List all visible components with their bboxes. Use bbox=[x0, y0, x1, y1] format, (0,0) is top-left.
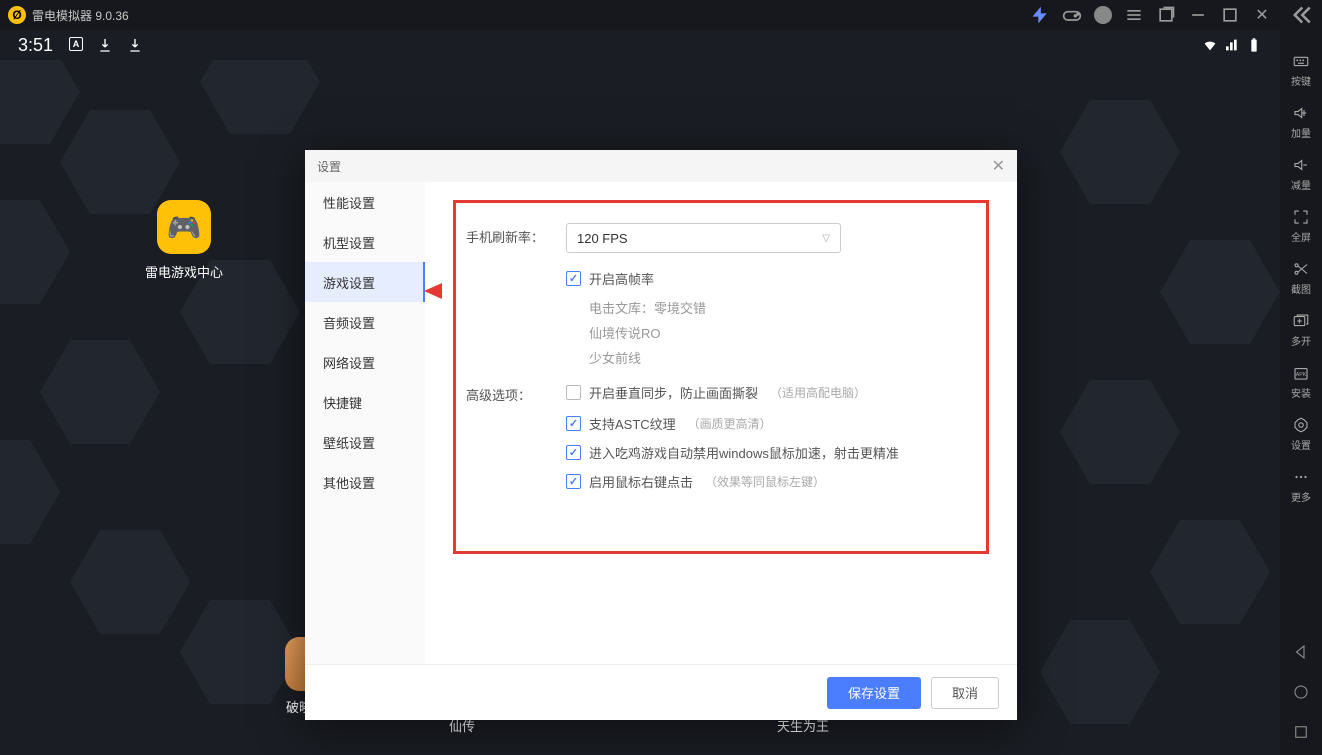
sidebar-multi[interactable]: 多开 bbox=[1291, 312, 1311, 348]
svg-text:APK: APK bbox=[1296, 372, 1307, 378]
scissors-icon bbox=[1292, 260, 1310, 278]
mouse-accel-label: 进入吃鸡游戏自动禁用windows鼠标加速，射击更精准 bbox=[589, 443, 899, 462]
high-fps-game-2: 少女前线 bbox=[589, 348, 976, 367]
sidebar-item-network[interactable]: 网络设置 bbox=[305, 342, 425, 382]
high-fps-game-1: 仙境传说RO bbox=[589, 323, 976, 342]
nav-back-icon[interactable] bbox=[1292, 643, 1310, 661]
menu-icon[interactable] bbox=[1124, 5, 1144, 25]
volume-up-icon bbox=[1292, 104, 1310, 122]
save-button[interactable]: 保存设置 bbox=[827, 677, 921, 709]
right-click-label: 启用鼠标右键点击 bbox=[589, 472, 693, 491]
sidebar-item-model[interactable]: 机型设置 bbox=[305, 222, 425, 262]
right-click-hint: （效果等同鼠标左键） bbox=[705, 473, 825, 490]
game-center-icon: 🎮 bbox=[157, 200, 211, 254]
high-fps-checkbox[interactable] bbox=[566, 271, 581, 286]
keyboard-small-icon: A bbox=[69, 37, 83, 51]
download-icon-2 bbox=[127, 37, 143, 53]
fullscreen-icon bbox=[1292, 208, 1310, 226]
app-title: 雷电模拟器 9.0.36 bbox=[32, 7, 129, 24]
vsync-hint: （适用高配电脑） bbox=[770, 384, 866, 401]
astc-label: 支持ASTC纹理 bbox=[589, 414, 676, 433]
high-fps-game-0: 电击文库：零境交错 bbox=[589, 298, 976, 317]
cancel-button[interactable]: 取消 bbox=[931, 677, 999, 709]
mouse-accel-checkbox[interactable] bbox=[566, 445, 581, 460]
app-logo-icon: Ø bbox=[8, 6, 26, 24]
vsync-label: 开启垂直同步，防止画面撕裂 bbox=[589, 383, 758, 402]
sidebar-item-shortcut[interactable]: 快捷键 bbox=[305, 382, 425, 422]
refresh-rate-select[interactable]: 120 FPS ▽ bbox=[566, 223, 841, 253]
dialog-close-icon[interactable]: ✕ bbox=[992, 156, 1005, 176]
signal-icon bbox=[1224, 37, 1240, 53]
refresh-rate-label: 手机刷新率： bbox=[466, 223, 566, 253]
sidebar-install[interactable]: APK 安装 bbox=[1291, 364, 1311, 400]
sidebar-fullscreen[interactable]: 全屏 bbox=[1291, 208, 1311, 244]
sidebar-volume-down[interactable]: 减量 bbox=[1291, 156, 1311, 192]
sidebar-item-wallpaper[interactable]: 壁纸设置 bbox=[305, 422, 425, 462]
sidebar-volume-up[interactable]: 加量 bbox=[1291, 104, 1311, 140]
wifi-icon bbox=[1202, 37, 1218, 53]
sidebar-item-performance[interactable]: 性能设置 bbox=[305, 182, 425, 222]
close-icon[interactable]: ✕ bbox=[1252, 5, 1272, 25]
desktop-app-game-center[interactable]: 🎮 雷电游戏中心 bbox=[145, 200, 223, 281]
tool-sidebar: 按键 加量 减量 全屏 截图 多开 APK 安装 设置 bbox=[1280, 30, 1322, 755]
maximize-icon[interactable] bbox=[1220, 5, 1240, 25]
collapse-sidebar-icon[interactable] bbox=[1280, 0, 1322, 30]
settings-dialog: 设置 ✕ 性能设置 机型设置 游戏设置 音频设置 网络设置 快捷键 壁纸设置 其… bbox=[305, 150, 1017, 720]
app-label: 雷电游戏中心 bbox=[145, 262, 223, 281]
download-icon bbox=[97, 37, 113, 53]
avatar-icon[interactable] bbox=[1094, 6, 1112, 24]
nav-home-icon[interactable] bbox=[1292, 683, 1310, 701]
status-time: 3:51 bbox=[18, 35, 53, 56]
advanced-label: 高级选项： bbox=[466, 381, 566, 404]
bolt-icon[interactable] bbox=[1030, 5, 1050, 25]
sidebar-keymap[interactable]: 按键 bbox=[1291, 52, 1311, 88]
gear-icon bbox=[1292, 416, 1310, 434]
highlight-arrow-icon bbox=[425, 283, 442, 299]
highlight-box: 手机刷新率： 120 FPS ▽ 开启高帧率 bbox=[453, 200, 989, 554]
apk-icon: APK bbox=[1292, 364, 1310, 382]
more-icon bbox=[1292, 468, 1310, 486]
astc-hint: （画质更高清） bbox=[688, 415, 772, 432]
sidebar-screenshot[interactable]: 截图 bbox=[1291, 260, 1311, 296]
sidebar-item-other[interactable]: 其他设置 bbox=[305, 462, 425, 502]
astc-checkbox[interactable] bbox=[566, 416, 581, 431]
sidebar-settings[interactable]: 设置 bbox=[1291, 416, 1311, 452]
gamepad-icon[interactable] bbox=[1062, 5, 1082, 25]
sidebar-more[interactable]: 更多 bbox=[1291, 468, 1311, 504]
nav-recent-icon[interactable] bbox=[1292, 723, 1310, 741]
popout-icon[interactable] bbox=[1156, 5, 1176, 25]
high-fps-label: 开启高帧率 bbox=[589, 269, 654, 288]
sidebar-item-audio[interactable]: 音频设置 bbox=[305, 302, 425, 342]
multi-instance-icon bbox=[1292, 312, 1310, 330]
sidebar-item-game[interactable]: 游戏设置 bbox=[305, 262, 425, 302]
settings-sidebar: 性能设置 机型设置 游戏设置 音频设置 网络设置 快捷键 壁纸设置 其他设置 bbox=[305, 182, 425, 664]
right-click-checkbox[interactable] bbox=[566, 474, 581, 489]
minimize-icon[interactable] bbox=[1188, 5, 1208, 25]
dialog-title: 设置 bbox=[317, 158, 341, 175]
volume-down-icon bbox=[1292, 156, 1310, 174]
chevron-down-icon: ▽ bbox=[822, 233, 830, 244]
vsync-checkbox[interactable] bbox=[566, 385, 581, 400]
keyboard-icon bbox=[1292, 52, 1310, 70]
battery-icon bbox=[1246, 37, 1262, 53]
